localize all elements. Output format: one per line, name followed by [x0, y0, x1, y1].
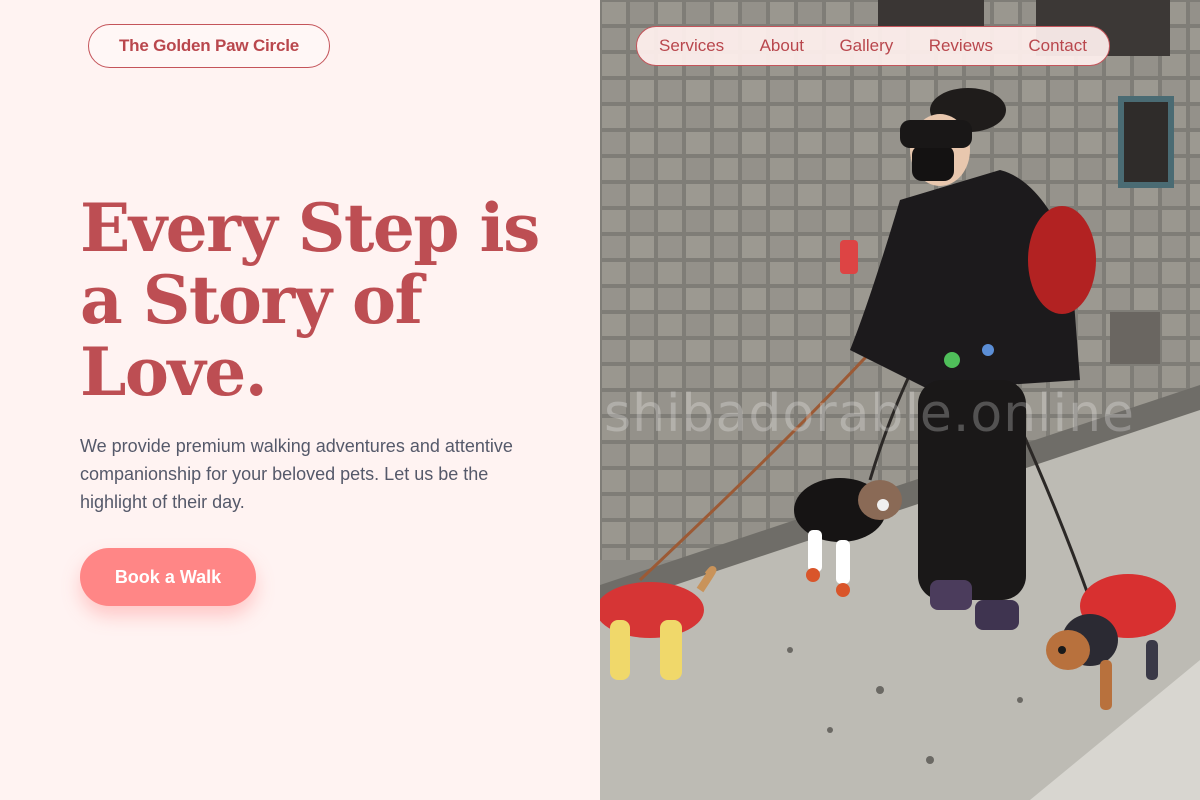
hero-description: We provide premium walking adventures an… — [80, 436, 513, 512]
nav-link-reviews[interactable]: Reviews — [929, 36, 993, 56]
main-nav: Services About Gallery Reviews Contact — [636, 26, 1110, 66]
nav-link-about[interactable]: About — [760, 36, 804, 56]
nav-link-gallery[interactable]: Gallery — [839, 36, 893, 56]
nav-link-contact[interactable]: Contact — [1028, 36, 1087, 56]
book-walk-button[interactable]: Book a Walk — [80, 548, 256, 606]
hero-headline: Every Step is a Story of Love. — [80, 189, 540, 411]
brand-logo[interactable]: The Golden Paw Circle — [88, 24, 330, 68]
hero-left-panel: The Golden Paw Circle Every Step is a St… — [0, 0, 600, 800]
photo-watermark: shibadorable.online — [604, 384, 1136, 444]
nav-link-services[interactable]: Services — [659, 36, 724, 56]
